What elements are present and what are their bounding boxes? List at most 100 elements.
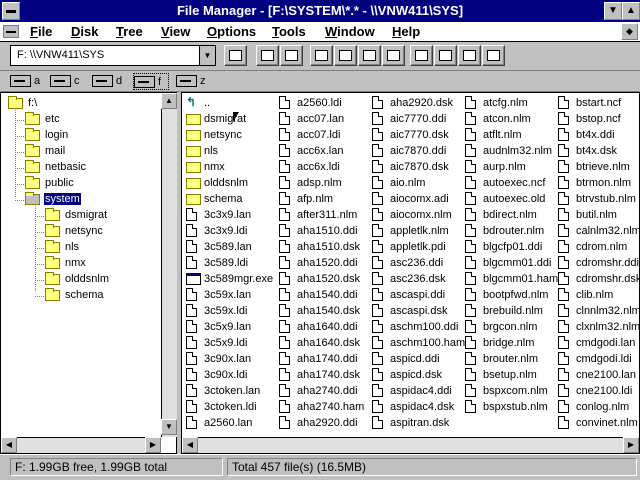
folder-icon [186, 146, 201, 157]
file-name: nls [204, 145, 219, 157]
menu-tools[interactable]: Tools [272, 24, 306, 39]
file-icon [372, 352, 383, 365]
file-icon [558, 400, 569, 413]
file-icon [465, 240, 476, 253]
scroll-right-icon[interactable]: ▶ [623, 437, 639, 453]
folder-icon [186, 178, 201, 189]
tree-item-label: nmx [65, 257, 86, 269]
disk-info-button[interactable] [410, 45, 433, 66]
file-name: convinet.nlm [576, 417, 638, 429]
maximize-button[interactable]: ▲ [622, 2, 640, 20]
network-drive-icon [229, 50, 242, 61]
tree-vertical-scrollbar[interactable]: ▲ ▼ [161, 93, 177, 437]
file-name: butil.nlm [576, 209, 617, 221]
file-icon [372, 144, 383, 157]
menu-help[interactable]: Help [392, 24, 420, 39]
tree-item-label: mail [45, 145, 66, 157]
file-icon [279, 144, 290, 157]
parent-directory-icon: ↰ [186, 95, 197, 109]
file-name: a2560.lan [204, 417, 253, 429]
program-icon [186, 273, 201, 285]
file-name: cne2100.ldi [576, 385, 633, 397]
sort-name-button[interactable] [310, 45, 333, 66]
title-bar[interactable]: ▬ File Manager - [F:\SYSTEM\*.* - \\VNW4… [0, 0, 640, 22]
menu-disk[interactable]: Disk [71, 24, 98, 39]
file-icon [372, 192, 383, 205]
file-icon [558, 240, 569, 253]
file-name: aha2920.dsk [390, 97, 453, 109]
tree-horizontal-scrollbar[interactable]: ◀ ▶ [1, 437, 161, 453]
file-list[interactable]: ↰.. dsmigrat netsync nls nmx olddsnlm schema 3c… [181, 92, 640, 454]
drive-a[interactable]: a [10, 73, 44, 90]
tree-item-label: dsmigrat [65, 209, 108, 221]
view-list-button[interactable] [280, 45, 303, 66]
file-icon [186, 368, 197, 381]
print-button[interactable] [482, 45, 505, 66]
restore-icon[interactable]: ◆ [621, 23, 638, 40]
file-name: clnnlm32.nlm [576, 305, 639, 317]
file-icon [372, 112, 383, 125]
file-name: aic7870.ddi [390, 145, 447, 157]
drive-d[interactable]: d [92, 73, 126, 90]
scroll-left-icon[interactable]: ◀ [182, 437, 198, 453]
connect-drive-button[interactable] [224, 45, 247, 66]
scroll-right-icon[interactable]: ▶ [145, 437, 161, 453]
menu-options[interactable]: Options [207, 24, 256, 39]
file-icon [279, 128, 290, 141]
file-name: btrmon.nlm [576, 177, 632, 189]
drive-select[interactable]: F: \\VNW411\SYS ▼ [10, 45, 216, 66]
scroll-down-icon[interactable]: ▼ [161, 419, 177, 435]
file-icon [465, 144, 476, 157]
sort-type-button[interactable] [334, 45, 357, 66]
menu-tree[interactable]: Tree [116, 24, 143, 39]
floppy-drive-icon [10, 75, 31, 87]
file-icon [465, 176, 476, 189]
folder-icon [25, 112, 40, 125]
file-icon [558, 208, 569, 221]
tree-item-label: public [45, 177, 74, 189]
directory-tree[interactable]: f:\ etc login mail netbasic public system dsmi… [0, 92, 177, 454]
files-horizontal-scrollbar[interactable]: ◀ ▶ [182, 437, 639, 453]
file-icon [465, 224, 476, 237]
document-system-menu-icon[interactable] [3, 25, 19, 38]
tree-icon [261, 50, 274, 61]
folder-icon [45, 224, 60, 237]
file-icon [465, 256, 476, 269]
file-name: audnlm32.nlm [483, 145, 553, 157]
new-window-button[interactable] [434, 45, 457, 66]
file-name: 3c59x.lan [204, 289, 252, 301]
sort-name-icon [315, 50, 328, 61]
file-icon [465, 384, 476, 397]
file-icon [279, 336, 290, 349]
file-name: atcon.nlm [483, 113, 531, 125]
drive-f[interactable]: f [133, 73, 169, 90]
menu-view[interactable]: View [161, 24, 190, 39]
menu-window[interactable]: Window [325, 24, 375, 39]
file-icon [372, 384, 383, 397]
sort-size-button[interactable] [358, 45, 381, 66]
file-name: blgcmm01.ddi [483, 257, 552, 269]
tree-item-label: netbasic [45, 161, 86, 173]
scroll-left-icon[interactable]: ◀ [1, 437, 17, 453]
file-icon [558, 416, 569, 429]
sort-date-button[interactable] [382, 45, 405, 66]
scroll-up-icon[interactable]: ▲ [161, 93, 177, 109]
drive-c[interactable]: c [50, 73, 84, 90]
system-menu-button[interactable]: ▬ [2, 2, 20, 20]
drive-z[interactable]: z [176, 73, 210, 90]
chevron-down-icon[interactable]: ▼ [199, 46, 215, 65]
folder-icon [186, 162, 201, 173]
menu-file[interactable]: File [30, 24, 52, 39]
minimize-button[interactable]: ▼ [604, 2, 622, 20]
file-icon [372, 128, 383, 141]
file-name: aio.nlm [390, 177, 426, 189]
view-tree-button[interactable] [256, 45, 279, 66]
file-name: bt4x.dsk [576, 145, 617, 157]
file-name: bdrouter.nlm [483, 225, 545, 237]
file-icon [279, 416, 290, 429]
file-name: asc236.ddi [390, 257, 444, 269]
file-name: clib.nlm [576, 289, 614, 301]
properties-button[interactable] [458, 45, 481, 66]
folder-icon [25, 192, 40, 205]
file-name: aic7770.dsk [390, 129, 449, 141]
